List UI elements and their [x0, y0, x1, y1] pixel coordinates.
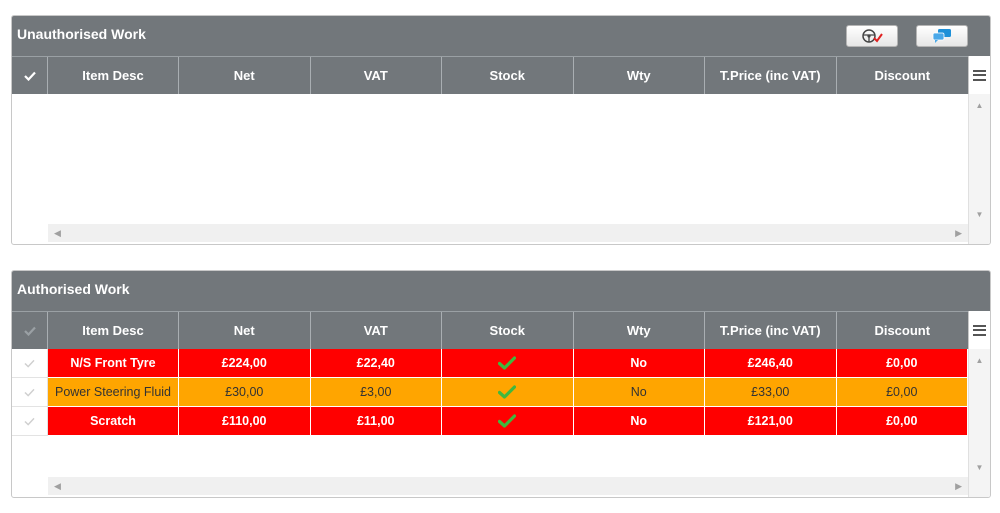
cell-net: £30,00	[179, 378, 311, 407]
comment-button[interactable]	[916, 25, 968, 47]
scroll-down-arrow-icon[interactable]: ▼	[969, 206, 990, 222]
scroll-right-arrow-icon[interactable]: ▶	[955, 481, 962, 492]
cell-discount: £0,00	[836, 378, 968, 407]
cell-item-desc: Power Steering Fluid	[48, 378, 179, 407]
cell-discount: £0,00	[836, 349, 968, 378]
cell-vat: £3,00	[310, 378, 442, 407]
table-row[interactable]: Power Steering Fluid £30,00 £3,00 No £33…	[12, 378, 968, 407]
hamburger-menu-icon	[973, 324, 986, 336]
column-header-stock[interactable]: Stock	[442, 312, 574, 349]
in-stock-tick-icon	[498, 414, 517, 428]
authorised-work-panel: Authorised Work Item Desc Net VAT Stock …	[11, 270, 991, 498]
column-header-net[interactable]: Net	[179, 312, 311, 349]
cell-tprice: £246,40	[705, 349, 837, 378]
unauthorised-grid-header: Item Desc Net VAT Stock Wty T.Price (inc…	[12, 56, 968, 94]
scroll-left-arrow-icon[interactable]: ◀	[54, 228, 61, 239]
select-all-checkbox[interactable]	[12, 57, 48, 94]
scroll-up-arrow-icon[interactable]: ▲	[969, 352, 990, 368]
scroll-left-arrow-icon[interactable]: ◀	[54, 481, 61, 492]
cell-vat: £11,00	[310, 407, 442, 436]
authorised-work-title: Authorised Work	[17, 281, 130, 297]
cell-stock	[442, 407, 574, 436]
unauthorised-grid-body	[12, 94, 968, 224]
scroll-right-arrow-icon[interactable]: ▶	[955, 228, 962, 239]
cell-net: £110,00	[179, 407, 311, 436]
checkmark-icon	[24, 417, 35, 426]
column-header-net[interactable]: Net	[179, 57, 311, 94]
column-menu-button[interactable]	[968, 311, 990, 349]
cell-wty: No	[573, 349, 705, 378]
table-row[interactable]: Scratch £110,00 £11,00 No £121,00 £0,00	[12, 407, 968, 436]
column-header-tprice[interactable]: T.Price (inc VAT)	[705, 312, 837, 349]
cell-vat: £22,40	[310, 349, 442, 378]
column-header-item-desc[interactable]: Item Desc	[48, 312, 179, 349]
in-stock-tick-icon	[498, 385, 517, 399]
column-header-stock[interactable]: Stock	[442, 57, 574, 94]
unauthorised-work-title-bar: Unauthorised Work	[12, 16, 990, 56]
steering-wheel-check-icon	[862, 29, 883, 43]
table-row[interactable]: N/S Front Tyre £224,00 £22,40 No £246,40…	[12, 349, 968, 378]
column-menu-button[interactable]	[968, 56, 990, 94]
unauthorised-work-panel: Unauthorised Work Item Desc Net VAT Stoc…	[11, 15, 991, 245]
scroll-up-arrow-icon[interactable]: ▲	[969, 97, 990, 113]
unauthorised-vertical-scrollbar[interactable]: ▲ ▼	[968, 94, 990, 244]
hamburger-menu-icon	[973, 69, 986, 81]
column-header-wty[interactable]: Wty	[574, 57, 705, 94]
checkmark-icon	[23, 326, 36, 336]
in-stock-tick-icon	[498, 356, 517, 370]
authorised-work-title-bar: Authorised Work	[12, 271, 990, 311]
row-checkbox[interactable]	[12, 349, 48, 378]
cell-tprice: £33,00	[705, 378, 837, 407]
cell-wty: No	[573, 378, 705, 407]
authorised-grid-header: Item Desc Net VAT Stock Wty T.Price (inc…	[12, 311, 968, 349]
cell-item-desc: Scratch	[48, 407, 179, 436]
unauthorised-horizontal-scrollbar[interactable]: ◀ ▶	[48, 224, 968, 242]
cell-stock	[442, 349, 574, 378]
checkmark-icon	[23, 71, 36, 81]
checkmark-icon	[24, 359, 35, 368]
cell-item-desc: N/S Front Tyre	[48, 349, 179, 378]
column-header-item-desc[interactable]: Item Desc	[48, 57, 179, 94]
authorised-vertical-scrollbar[interactable]: ▲ ▼	[968, 349, 990, 497]
comment-icon	[932, 29, 951, 43]
cell-discount: £0,00	[836, 407, 968, 436]
column-header-wty[interactable]: Wty	[574, 312, 705, 349]
unauthorised-work-title: Unauthorised Work	[17, 26, 146, 42]
cell-stock	[442, 378, 574, 407]
authorised-horizontal-scrollbar[interactable]: ◀ ▶	[48, 477, 968, 495]
cell-wty: No	[573, 407, 705, 436]
authorise-check-button[interactable]	[846, 25, 898, 47]
row-checkbox[interactable]	[12, 407, 48, 436]
column-header-tprice[interactable]: T.Price (inc VAT)	[705, 57, 837, 94]
row-checkbox[interactable]	[12, 378, 48, 407]
column-header-vat[interactable]: VAT	[311, 57, 442, 94]
select-all-checkbox[interactable]	[12, 312, 48, 349]
column-header-discount[interactable]: Discount	[837, 312, 969, 349]
cell-net: £224,00	[179, 349, 311, 378]
scroll-down-arrow-icon[interactable]: ▼	[969, 459, 990, 475]
authorised-grid-body: N/S Front Tyre £224,00 £22,40 No £246,40…	[12, 349, 968, 477]
checkmark-icon	[24, 388, 35, 397]
column-header-vat[interactable]: VAT	[311, 312, 442, 349]
column-header-discount[interactable]: Discount	[837, 57, 969, 94]
cell-tprice: £121,00	[705, 407, 837, 436]
